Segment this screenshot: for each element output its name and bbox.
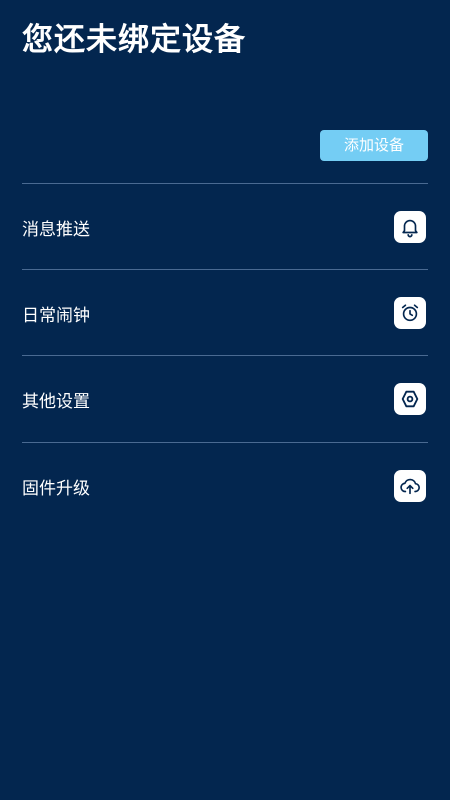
menu-item-label: 固件升级 [22,478,90,499]
settings-hex-icon[interactable] [394,383,426,415]
menu-item-label: 其他设置 [22,391,90,412]
menu-item-daily-alarm[interactable]: 日常闹钟 [22,270,428,356]
menu-item-firmware-upgrade[interactable]: 固件升级 [22,443,428,529]
menu-item-label: 消息推送 [22,219,90,240]
bell-icon[interactable] [394,211,426,243]
page-title: 您还未绑定设备 [22,22,246,58]
menu-item-message-push[interactable]: 消息推送 [22,184,428,270]
alarm-clock-icon[interactable] [394,297,426,329]
add-device-button[interactable]: 添加设备 [320,130,428,161]
cloud-upload-icon[interactable] [394,470,426,502]
menu-item-label: 日常闹钟 [22,305,90,326]
menu-item-other-settings[interactable]: 其他设置 [22,356,428,442]
